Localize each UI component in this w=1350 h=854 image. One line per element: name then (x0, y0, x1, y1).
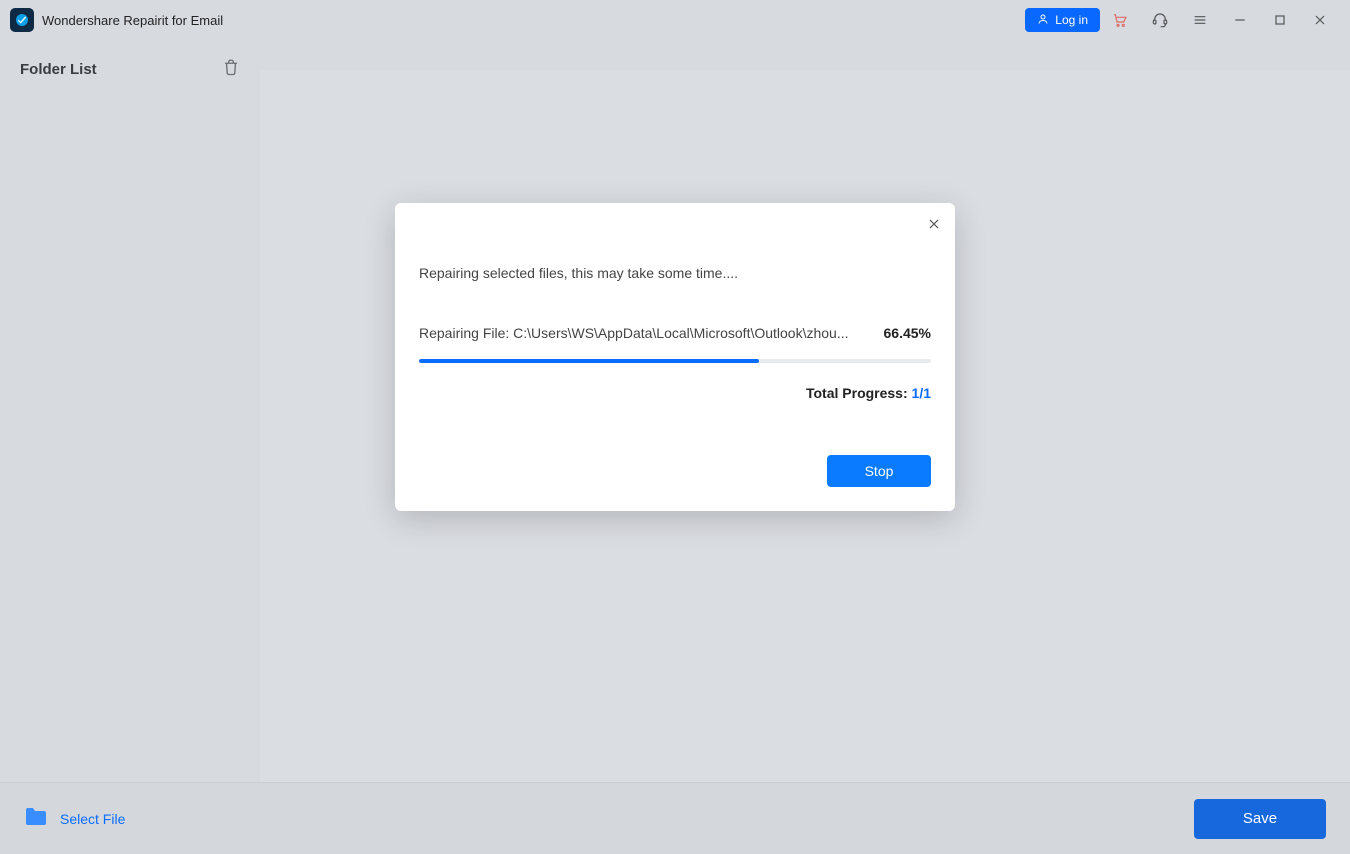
login-button[interactable]: Log in (1025, 8, 1100, 32)
folder-icon (24, 807, 48, 830)
save-button[interactable]: Save (1194, 799, 1326, 839)
menu-icon[interactable] (1180, 0, 1220, 40)
progress-bar (419, 359, 931, 363)
bottombar: Select File Save (0, 782, 1350, 854)
file-progress-row: Repairing File: C:\Users\WS\AppData\Loca… (419, 325, 931, 341)
titlebar: Wondershare Repairit for Email Log in (0, 0, 1350, 40)
app-logo-icon (10, 8, 34, 32)
sidebar-title: Folder List (20, 61, 97, 78)
select-file-button[interactable]: Select File (24, 807, 125, 830)
login-label: Log in (1055, 13, 1088, 27)
trash-icon[interactable] (222, 58, 240, 81)
modal-message: Repairing selected files, this may take … (419, 265, 931, 281)
stop-button[interactable]: Stop (827, 455, 931, 487)
app-title: Wondershare Repairit for Email (42, 13, 223, 28)
app-window: Wondershare Repairit for Email Log in (0, 0, 1350, 854)
repairing-file-label: Repairing File: C:\Users\WS\AppData\Loca… (419, 325, 872, 341)
cart-icon[interactable] (1100, 0, 1140, 40)
sidebar-header: Folder List (20, 58, 240, 81)
close-icon[interactable] (927, 217, 941, 236)
progress-bar-fill (419, 359, 759, 363)
total-progress-row: Total Progress: 1/1 (419, 385, 931, 401)
select-file-label: Select File (60, 811, 125, 827)
sidebar: Folder List (0, 40, 260, 782)
minimize-icon[interactable] (1220, 0, 1260, 40)
file-percent: 66.45% (884, 325, 931, 341)
repair-progress-dialog: Repairing selected files, this may take … (395, 203, 955, 511)
user-icon (1037, 13, 1049, 28)
support-icon[interactable] (1140, 0, 1180, 40)
maximize-icon[interactable] (1260, 0, 1300, 40)
close-window-icon[interactable] (1300, 0, 1340, 40)
